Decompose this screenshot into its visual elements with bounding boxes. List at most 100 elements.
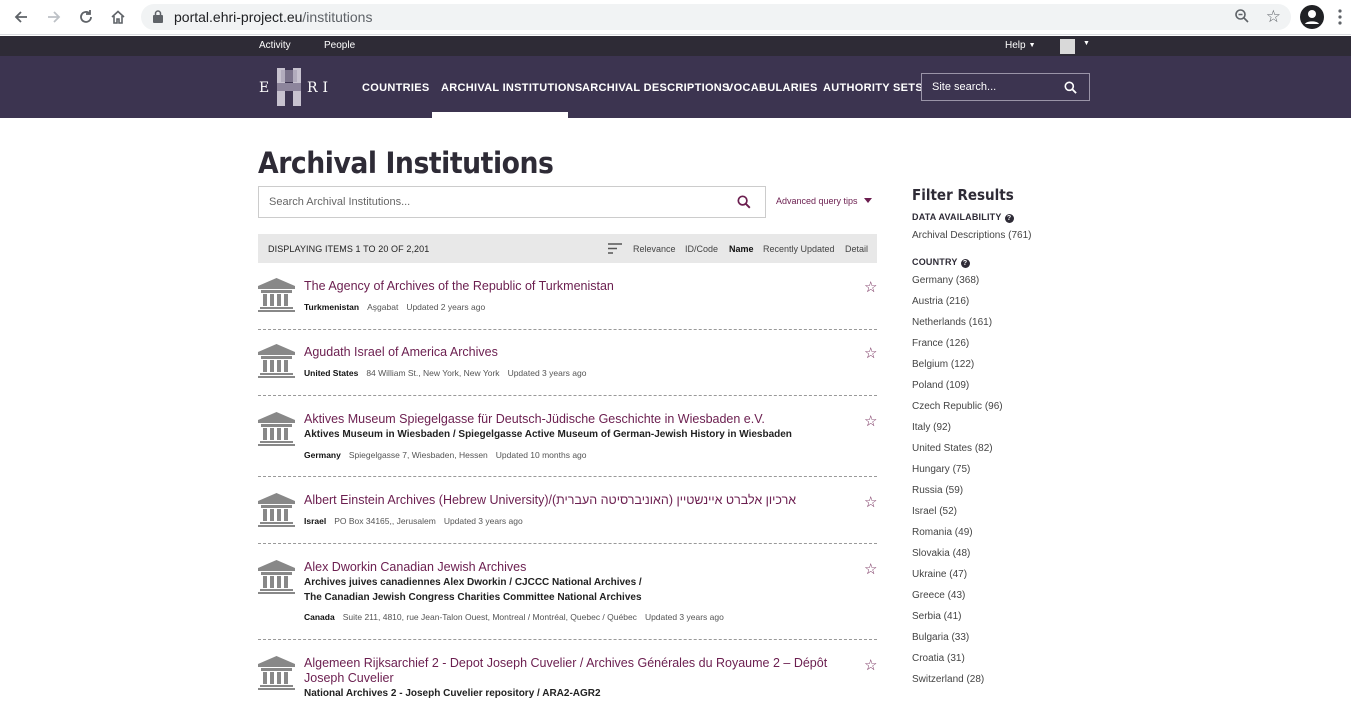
sort-name[interactable]: Name xyxy=(729,244,754,254)
back-icon[interactable] xyxy=(10,6,32,28)
site-search-input[interactable] xyxy=(922,74,1062,100)
sort-relevance[interactable]: Relevance xyxy=(633,244,676,254)
item-title[interactable]: Algemeen Rijksarchief 2 - Depot Joseph C… xyxy=(304,656,844,686)
item-meta: Israel PO Box 34165,, Jerusalem Updated 3 … xyxy=(304,516,523,526)
facet-link[interactable]: Poland (109) xyxy=(912,375,1112,396)
item-updated: Updated 3 years ago xyxy=(644,612,724,622)
item-updated: Updated 3 years ago xyxy=(443,516,523,526)
item-meta: Germany Spiegelgasse 7, Wiesbaden, Hessen… xyxy=(304,450,587,460)
favorite-star-icon[interactable]: ☆ xyxy=(864,414,877,429)
favorite-star-icon[interactable]: ☆ xyxy=(864,346,877,361)
list-item: Agudath Israel of America Archives Unite… xyxy=(258,340,877,396)
item-updated: Updated 2 years ago xyxy=(406,302,486,312)
nav-countries[interactable]: COUNTRIES xyxy=(362,82,429,94)
facet-link[interactable]: Russia (59) xyxy=(912,480,1112,501)
facet-link[interactable]: Israel (52) xyxy=(912,501,1112,522)
filter-sidebar: Filter Results DATA AVAILABILITY? Archiv… xyxy=(912,186,1112,690)
item-title[interactable]: Agudath Israel of America Archives xyxy=(304,345,844,360)
user-avatar[interactable] xyxy=(1060,39,1075,54)
facet-link[interactable]: Bulgaria (33) xyxy=(912,627,1112,648)
favorite-star-icon[interactable]: ☆ xyxy=(864,562,877,577)
item-meta: Canada Suite 211, 4810, rue Jean-Talon Ou… xyxy=(304,612,724,622)
facet-link[interactable]: United States (82) xyxy=(912,438,1112,459)
svg-text:E: E xyxy=(259,80,269,96)
reload-icon[interactable] xyxy=(75,6,97,28)
favorite-star-icon[interactable]: ☆ xyxy=(864,658,877,673)
home-icon[interactable] xyxy=(107,6,129,28)
facet-link[interactable]: Serbia (41) xyxy=(912,606,1112,627)
item-title[interactable]: Aktives Museum Spiegelgasse für Deutsch-… xyxy=(304,412,844,427)
facet-title-data-availability: DATA AVAILABILITY? xyxy=(912,212,1112,223)
forward-icon[interactable] xyxy=(43,6,65,28)
facet-link[interactable]: Italy (92) xyxy=(912,417,1112,438)
institution-search xyxy=(258,186,766,218)
nav-authority-sets[interactable]: AUTHORITY SETS xyxy=(823,82,923,94)
facet-link[interactable]: Switzerland (28) xyxy=(912,669,1112,690)
nav-archival-institutions[interactable]: ARCHIVAL INSTITUTIONS xyxy=(441,82,583,94)
institution-search-input[interactable] xyxy=(259,187,729,217)
facet-link[interactable]: France (126) xyxy=(912,333,1112,354)
facet-link[interactable]: Greece (43) xyxy=(912,585,1112,606)
facet-link[interactable]: Belgium (122) xyxy=(912,354,1112,375)
help-icon[interactable]: ? xyxy=(1004,214,1014,223)
item-title[interactable]: Alex Dworkin Canadian Jewish Archives xyxy=(304,560,844,575)
results-toolbar: DISPLAYING ITEMS 1 TO 20 OF 2,201 Releva… xyxy=(258,234,877,263)
url-text: portal.ehri-project.eu/institutions xyxy=(174,9,373,25)
item-alt-names: Archives juives canadiennes Alex Dworkin… xyxy=(304,577,642,588)
institution-icon xyxy=(258,344,295,378)
facet-link[interactable]: Netherlands (161) xyxy=(912,312,1112,333)
facet-link[interactable]: Romania (49) xyxy=(912,522,1112,543)
lock-icon xyxy=(153,10,163,23)
sort-id-code[interactable]: ID/Code xyxy=(685,244,718,254)
sort-detail[interactable]: Detail xyxy=(845,244,868,254)
facet-link[interactable]: Ukraine (47) xyxy=(912,564,1112,585)
facet-link[interactable]: Archival Descriptions (761) xyxy=(912,225,1112,246)
item-updated: Updated 3 years ago xyxy=(507,368,587,378)
facet-link[interactable]: Austria (216) xyxy=(912,291,1112,312)
search-icon[interactable] xyxy=(1064,81,1077,94)
active-tab-indicator xyxy=(432,112,568,118)
favorite-star-icon[interactable]: ☆ xyxy=(864,280,877,295)
caret-down-icon xyxy=(863,198,872,203)
facet-title-country: COUNTRY? xyxy=(912,257,1112,268)
advanced-query-tips[interactable]: Advanced query tips xyxy=(776,196,872,206)
nav-archival-descriptions[interactable]: ARCHIVAL DESCRIPTIONS xyxy=(582,82,730,94)
help-icon[interactable]: ? xyxy=(960,259,970,268)
country-facet-list: Germany (368) Austria (216) Netherlands … xyxy=(912,270,1112,690)
item-alt-names: The Canadian Jewish Congress Charities C… xyxy=(304,592,642,603)
advanced-query-tips-label: Advanced query tips xyxy=(776,196,858,206)
list-item: Aktives Museum Spiegelgasse für Deutsch-… xyxy=(258,406,877,477)
browser-menu-icon[interactable] xyxy=(1336,7,1344,27)
help-menu[interactable]: Help ▼ xyxy=(1005,40,1036,51)
item-country: United States xyxy=(304,368,359,378)
profile-avatar-icon[interactable] xyxy=(1300,5,1324,29)
search-icon[interactable] xyxy=(737,195,751,209)
institution-icon xyxy=(258,493,295,527)
facet-link[interactable]: Croatia (31) xyxy=(912,648,1112,669)
item-address: 84 William St., New York, New York xyxy=(366,368,500,378)
facet-link[interactable]: Slovakia (48) xyxy=(912,543,1112,564)
item-address: Spiegelgasse 7, Wiesbaden, Hessen xyxy=(348,450,488,460)
topbar-link-people[interactable]: People xyxy=(324,40,355,51)
ehri-logo[interactable]: E RI xyxy=(259,66,341,108)
topbar-link-activity[interactable]: Activity xyxy=(259,40,291,51)
nav-vocabularies[interactable]: VOCABULARIES xyxy=(726,82,818,94)
item-country: Israel xyxy=(304,516,327,526)
item-country: Germany xyxy=(304,450,341,460)
facet-link[interactable]: Germany (368) xyxy=(912,270,1112,291)
address-bar[interactable]: portal.ehri-project.eu/institutions ☆ xyxy=(141,4,1291,30)
site-topbar: Activity People Help ▼ ▼ xyxy=(0,36,1351,56)
item-title[interactable]: Albert Einstein Archives (Hebrew Univers… xyxy=(304,493,844,508)
item-address: PO Box 34165,, Jerusalem xyxy=(334,516,436,526)
bookmark-star-icon[interactable]: ☆ xyxy=(1266,7,1281,27)
item-alt-names: National Archives 2 - Joseph Cuvelier re… xyxy=(304,688,601,699)
facet-link[interactable]: Czech Republic (96) xyxy=(912,396,1112,417)
chevron-down-icon[interactable]: ▼ xyxy=(1083,40,1090,47)
item-meta: United States 84 William St., New York, N… xyxy=(304,368,586,378)
item-title[interactable]: The Agency of Archives of the Republic o… xyxy=(304,279,844,294)
facet-link[interactable]: Hungary (75) xyxy=(912,459,1112,480)
favorite-star-icon[interactable]: ☆ xyxy=(864,495,877,510)
item-country: Canada xyxy=(304,612,335,622)
sort-recently-updated[interactable]: Recently Updated xyxy=(763,244,835,254)
zoom-icon[interactable] xyxy=(1234,8,1250,24)
